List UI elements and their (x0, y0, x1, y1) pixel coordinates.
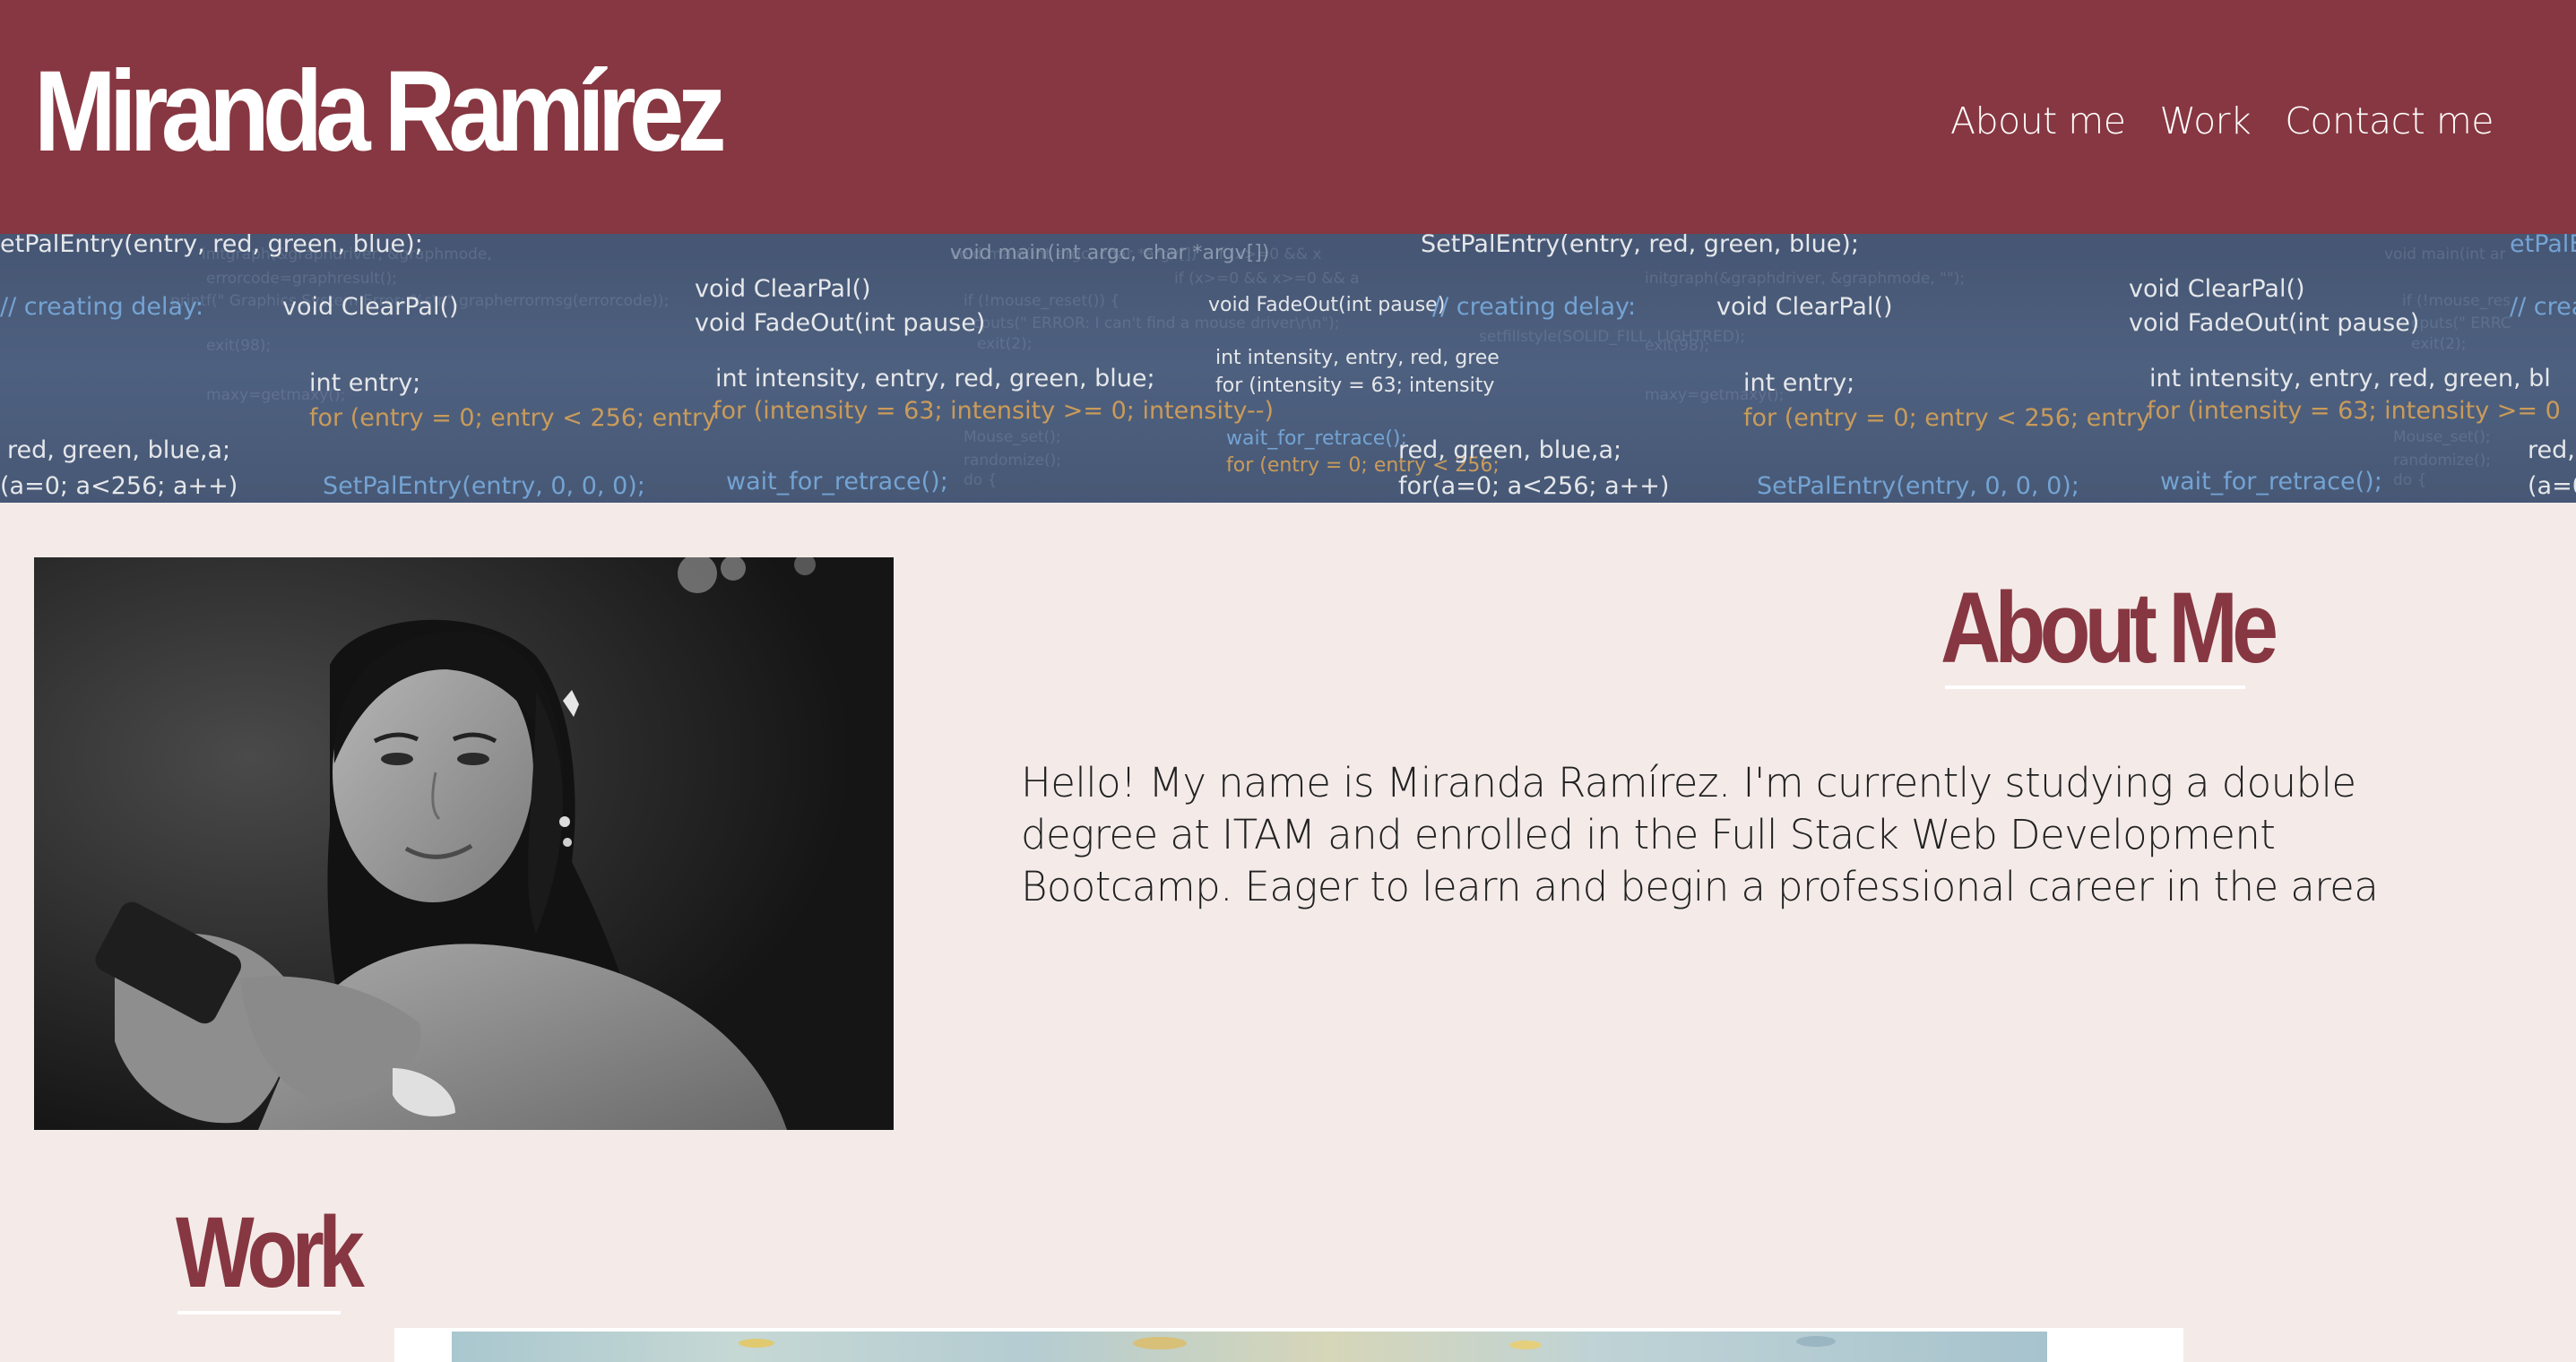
main-nav: About me Work Contact me (1950, 99, 2494, 143)
site-brand[interactable]: Miranda Ramírez (34, 40, 727, 184)
site-header: Miranda Ramírez About me Work Contact me (0, 0, 2576, 234)
nav-about-me[interactable]: About me (1950, 99, 2126, 143)
about-heading: About Me (1941, 572, 2278, 684)
page: Miranda Ramírez About me Work Contact me… (0, 0, 2576, 1362)
profile-photo (34, 557, 894, 1130)
work-project-card[interactable] (394, 1328, 2183, 1362)
about-heading-underline (1945, 685, 2245, 689)
nav-work[interactable]: Work (2159, 99, 2251, 143)
about-text: Hello! My name is Miranda Ramírez. I'm c… (1021, 759, 2379, 910)
work-heading: Work (176, 1196, 365, 1308)
nav-contact-me[interactable]: Contact me (2285, 99, 2494, 143)
work-heading-underline (177, 1311, 341, 1315)
work-project-thumbnail (452, 1332, 2047, 1362)
code-banner-image: errorcode=graphresult(); printf(" Graphi… (0, 234, 2576, 503)
